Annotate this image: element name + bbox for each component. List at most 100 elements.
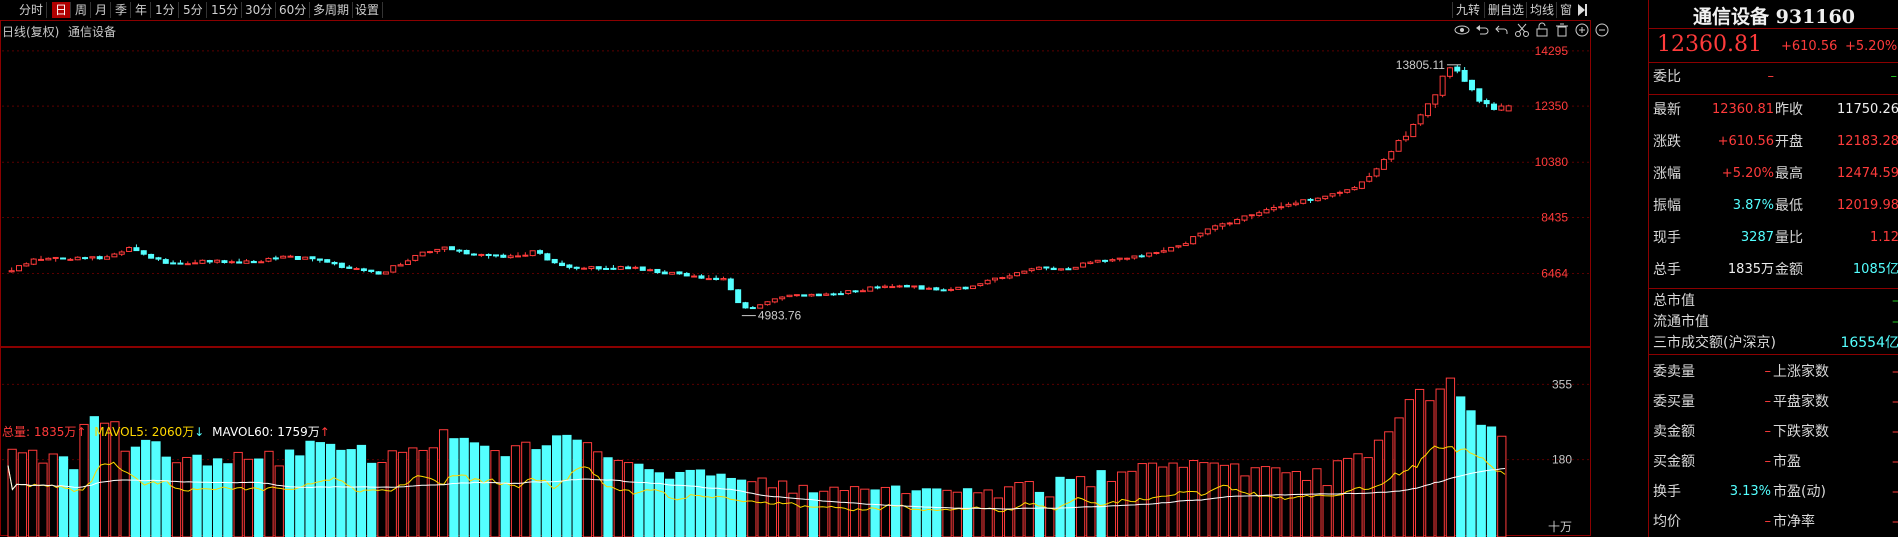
- candle-body: [786, 294, 793, 298]
- volume-bar: [911, 490, 921, 537]
- ma-line-button[interactable]: 均线: [1526, 2, 1557, 18]
- tab-period-quarter[interactable]: 季: [112, 2, 132, 18]
- candle-body: [918, 285, 925, 290]
- kline-chart[interactable]: 14295 12350 10380 8435 6464 355 180 十万 13805.11 4…: [0, 20, 1648, 537]
- volume-bar: [1301, 479, 1312, 537]
- candle-body: [1014, 272, 1021, 277]
- tab-period-30min[interactable]: 30分: [242, 2, 277, 18]
- volume-bar: [1281, 472, 1291, 537]
- remove-favorite-button[interactable]: 删自选: [1484, 2, 1527, 18]
- candle-body: [1116, 257, 1123, 260]
- volume-bar: [1414, 388, 1425, 537]
- tab-period-5min[interactable]: 5分: [180, 2, 207, 18]
- lock-icon[interactable]: [1534, 22, 1550, 38]
- quote-label: 最高: [1775, 166, 1803, 182]
- trash-icon[interactable]: [1554, 22, 1570, 38]
- kline-chart-area[interactable]: 14295 12350 10380 8435 6464 355 180 十万 13805.11 4…: [0, 20, 1648, 537]
- max-price-label: 13805.11: [1396, 58, 1445, 72]
- candle-body: [1336, 191, 1343, 194]
- candle-body: [1314, 197, 1321, 202]
- volume-bar: [387, 450, 397, 537]
- min-price-label: 4983.76: [758, 309, 802, 323]
- quote-label: 现手: [1653, 230, 1681, 246]
- candle-body: [67, 258, 74, 261]
- candle-body: [581, 267, 588, 270]
- volume-bar: [99, 422, 110, 537]
- volume-bar: [1425, 400, 1435, 537]
- candle-body: [1182, 243, 1189, 247]
- divider: [1649, 28, 1898, 29]
- volume-bar: [79, 423, 89, 537]
- candle-body: [243, 260, 250, 264]
- quote-row: 总手 1835万 金额 1085亿: [1649, 257, 1898, 283]
- settings-button[interactable]: 设置: [352, 2, 384, 18]
- tab-period-fenshi[interactable]: 分时: [16, 2, 48, 18]
- price-tick-label: 10380: [1535, 155, 1569, 169]
- volume-bar: [305, 440, 315, 537]
- candle-body: [889, 286, 896, 289]
- tab-multi-period[interactable]: 多周期: [310, 2, 354, 18]
- candle-body: [595, 266, 602, 270]
- quote-value: 11750.26: [1836, 102, 1898, 117]
- stat-row: 委卖量–上涨家数–: [1649, 357, 1898, 387]
- volume-bar: [562, 434, 572, 537]
- tab-period-month[interactable]: 月: [92, 2, 112, 18]
- volume-bar: [202, 465, 212, 537]
- back-icon[interactable]: [1494, 22, 1510, 38]
- undo-icon[interactable]: [1474, 22, 1490, 38]
- tab-period-week[interactable]: 周: [72, 2, 92, 18]
- candle-body: [1483, 100, 1490, 105]
- quote-value: 1835万: [1727, 262, 1774, 277]
- candle-body: [470, 253, 477, 256]
- candle-body: [1432, 94, 1439, 105]
- volume-bar: [1260, 466, 1271, 537]
- candle-body: [1050, 267, 1057, 271]
- candle-body: [38, 258, 45, 261]
- candle-body: [639, 266, 646, 271]
- tab-period-year[interactable]: 年: [132, 2, 152, 18]
- zoom-in-icon[interactable]: [1574, 22, 1590, 38]
- candle-body: [52, 256, 59, 259]
- candle-body: [45, 257, 52, 261]
- candle-body: [1043, 266, 1050, 269]
- candle-body: [375, 271, 382, 275]
- candle-body: [1065, 268, 1072, 271]
- window-button[interactable]: 窗: [1556, 2, 1575, 18]
- candle-body: [1080, 262, 1087, 268]
- tab-period-15min[interactable]: 15分: [208, 2, 243, 18]
- candle-body: [1278, 206, 1285, 209]
- volume-tick-label: 180: [1552, 453, 1572, 467]
- quote-value: 1.12: [1870, 230, 1898, 245]
- candle-body: [573, 266, 580, 269]
- volume-bar: [151, 441, 161, 537]
- tab-period-60min[interactable]: 60分: [276, 2, 311, 18]
- candle-body: [603, 267, 610, 270]
- candle-body: [815, 293, 822, 297]
- scissors-icon[interactable]: [1514, 22, 1530, 38]
- candle-body: [977, 283, 984, 287]
- tab-period-day[interactable]: 日: [52, 2, 72, 18]
- zoom-out-icon[interactable]: [1594, 22, 1610, 38]
- candle-body: [60, 257, 67, 260]
- step-right-icon[interactable]: [1576, 3, 1588, 17]
- volume-info: 总量: 1835万↑ MAVOL5: 2060万↓ MAVOL60: 1759万…: [2, 423, 330, 440]
- mavol60-label: MAVOL60: 1759万: [212, 425, 320, 439]
- stat-label: 均价: [1653, 514, 1681, 530]
- candle-body: [192, 262, 199, 265]
- stat-row: 买金额–市盈–: [1649, 447, 1898, 477]
- jiuzhuan-button[interactable]: 九转: [1452, 2, 1483, 18]
- stat-value: –: [1892, 477, 1898, 507]
- volume-bar: [788, 492, 798, 537]
- volume-bar: [1127, 470, 1137, 537]
- volume-bar: [1486, 426, 1497, 537]
- chart-period-label: 日线(复权): [2, 25, 60, 39]
- candle-body: [925, 287, 932, 290]
- candle-body: [30, 258, 37, 265]
- volume-bar: [767, 487, 778, 537]
- eye-icon[interactable]: [1454, 22, 1470, 38]
- volume-bar: [849, 486, 860, 537]
- tab-period-1min[interactable]: 1分: [152, 2, 179, 18]
- candle-body: [845, 290, 852, 294]
- candle-body: [434, 248, 441, 252]
- volume-bar: [962, 488, 973, 537]
